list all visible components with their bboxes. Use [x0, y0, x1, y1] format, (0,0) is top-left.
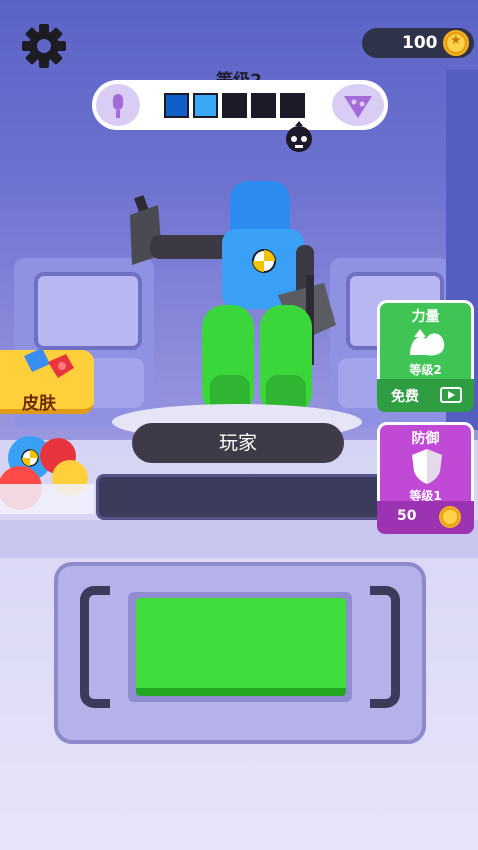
character-heads-icon [0, 436, 94, 514]
coin-amount: 100 [402, 33, 438, 53]
power-title: 力量 [411, 309, 440, 325]
gear-icon [22, 24, 66, 68]
right-handle [370, 586, 400, 708]
info-panel [96, 474, 386, 520]
defense-upgrade-card[interactable]: 防御 等级1 50 [377, 422, 474, 534]
coin-counter: 100 [362, 28, 474, 58]
skull-icon [282, 121, 316, 155]
gem-icon [24, 348, 74, 378]
level-segment-3 [222, 93, 247, 118]
defense-price-row[interactable]: 50 [377, 501, 474, 534]
left-handle [80, 586, 110, 708]
level-segment-1 [164, 93, 189, 118]
action-button[interactable] [136, 598, 346, 696]
settings-button[interactable] [18, 24, 70, 68]
free-upgrade-row[interactable]: 免费 [377, 379, 474, 412]
coin-icon [443, 30, 469, 56]
control-console [54, 562, 426, 744]
level-segment-5 [280, 93, 305, 118]
defense-price: 50 [397, 508, 417, 524]
defense-title: 防御 [411, 431, 440, 447]
coin-icon [439, 506, 461, 528]
level-progress-bar [92, 80, 388, 130]
pizza-icon [332, 84, 384, 126]
muscle-icon [410, 329, 445, 356]
power-level: 等级2 [409, 363, 442, 377]
skin-button[interactable]: 皮肤 [0, 348, 94, 414]
power-upgrade-card[interactable]: 力量 等级2 免费 [377, 300, 474, 412]
shield-icon [412, 449, 442, 484]
level-segment-4 [251, 93, 276, 118]
character-select-button[interactable] [0, 428, 94, 514]
skin-label: 皮肤 [22, 394, 56, 414]
player-name-plate: 玩家 [132, 423, 344, 463]
level-segment-2 [193, 93, 218, 118]
microphone-icon [96, 84, 140, 126]
video-ad-icon [440, 387, 462, 403]
free-label: 免费 [391, 389, 419, 405]
